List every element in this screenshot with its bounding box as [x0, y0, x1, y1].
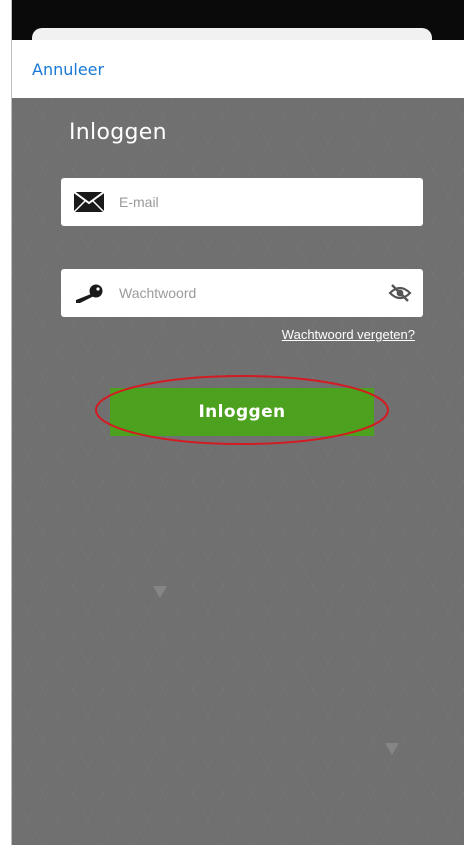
forgot-password-link[interactable]: Wachtwoord vergeten?	[282, 327, 415, 342]
background-decoration	[385, 743, 399, 755]
password-field[interactable]	[61, 269, 423, 317]
key-icon	[73, 281, 105, 305]
login-button[interactable]: Inloggen	[110, 388, 374, 436]
email-field[interactable]	[61, 178, 423, 226]
app-screen: Annuleer Inloggen E-mail Wachtwoord verg…	[0, 0, 464, 845]
email-input[interactable]	[119, 178, 369, 226]
login-form-area: Inloggen E-mail Wachtwoord vergeten? Inl…	[12, 98, 464, 845]
eye-slash-icon[interactable]	[387, 281, 413, 305]
background-decoration	[153, 586, 167, 598]
modal-nav-bar: Annuleer	[12, 40, 464, 98]
password-input[interactable]	[119, 269, 369, 317]
page-title: Inloggen	[69, 120, 167, 145]
envelope-icon	[73, 190, 105, 214]
cancel-button[interactable]: Annuleer	[32, 60, 104, 79]
